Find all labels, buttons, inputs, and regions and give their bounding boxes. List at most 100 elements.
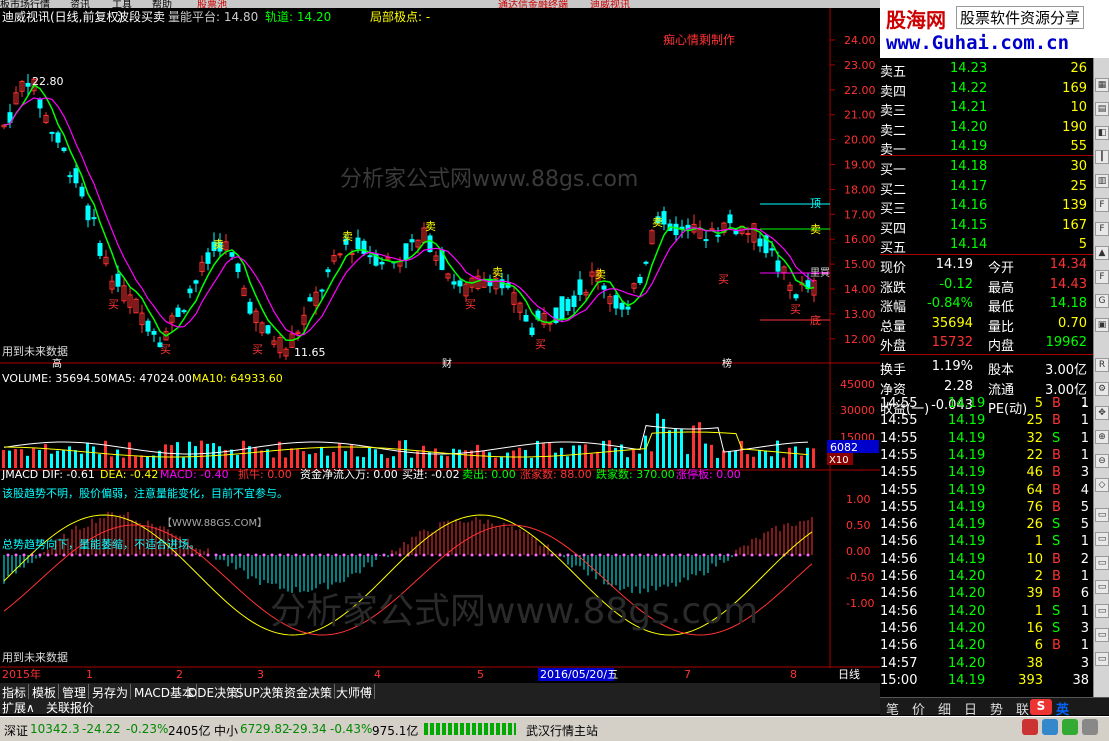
orderbook-row[interactable]: 卖二 14.20 190 bbox=[880, 119, 1093, 139]
tool-icon-1[interactable]: ▦ bbox=[1095, 78, 1109, 92]
orderbook-row[interactable]: 买三 14.16 139 bbox=[880, 197, 1093, 217]
candle-icon[interactable]: ┃ bbox=[1095, 150, 1109, 164]
volume-bar bbox=[416, 451, 419, 468]
tool-icon-23[interactable]: ▭ bbox=[1095, 628, 1109, 642]
tool-icon-3[interactable]: ◧ bbox=[1095, 126, 1109, 140]
volume-bar bbox=[326, 455, 329, 468]
logo-url: www.Guhai.com.cn bbox=[886, 32, 1070, 54]
tool-icon-2[interactable]: ▤ bbox=[1095, 102, 1109, 116]
tick-row[interactable]: 14:56 14.20 39 B 6 bbox=[880, 586, 1093, 603]
macd-dot bbox=[766, 553, 770, 557]
tool-icon-22[interactable]: ▭ bbox=[1095, 604, 1109, 618]
zoom-in-icon[interactable]: ⊕ bbox=[1095, 430, 1109, 444]
volume-bar bbox=[572, 445, 575, 468]
s-logo-icon[interactable]: S bbox=[1030, 699, 1052, 715]
tool-icon-18[interactable]: ▭ bbox=[1095, 508, 1109, 522]
tick-row[interactable]: 15:00 14.19 393 38 bbox=[880, 673, 1093, 690]
tick-time: 14:55 bbox=[880, 396, 918, 411]
tray-icon-3[interactable] bbox=[1062, 719, 1078, 735]
tick-row[interactable]: 14:56 14.20 16 S 3 bbox=[880, 621, 1093, 638]
tick-row[interactable]: 14:56 14.19 10 B 2 bbox=[880, 552, 1093, 569]
orderbook-row[interactable]: 卖三 14.21 10 bbox=[880, 99, 1093, 119]
macd-dot bbox=[390, 553, 394, 557]
tick-time: 14:55 bbox=[880, 465, 918, 481]
tray-icon-4[interactable] bbox=[1082, 719, 1098, 735]
tick-price: 14.20 bbox=[948, 620, 986, 636]
tick-row[interactable]: 14:55 14.19 25 B 1 bbox=[880, 413, 1093, 430]
gear-icon[interactable]: ⚙ bbox=[1095, 382, 1109, 396]
tick-list[interactable]: 14:55 14.19 5 B 1 14:55 14.19 25 B 1 14:55 14.19 32 S… bbox=[880, 394, 1093, 694]
tick-row[interactable]: 14:56 14.20 1 S 1 bbox=[880, 604, 1093, 621]
tick-row[interactable]: 14:55 14.19 46 B 3 bbox=[880, 465, 1093, 482]
tab-related-quote[interactable]: 关联报价 bbox=[46, 699, 94, 716]
tool-icon-10[interactable]: G bbox=[1095, 294, 1109, 308]
price-axis: 24.00 23.00 22.00 21.00 20.00 19.00 18.00 17.00… bbox=[830, 34, 876, 346]
tool-icon-24[interactable]: ▭ bbox=[1095, 652, 1109, 666]
orderbook-row[interactable]: 卖五 14.23 26 bbox=[880, 60, 1093, 80]
macd-dot bbox=[414, 553, 418, 557]
period-label[interactable]: 日线 bbox=[838, 667, 860, 681]
tool-icon-20[interactable]: ▭ bbox=[1095, 556, 1109, 570]
volume-bar bbox=[344, 451, 347, 468]
tick-count: 3 bbox=[1080, 655, 1089, 671]
menu-help[interactable]: 帮助 bbox=[152, 0, 172, 8]
zoom-out-icon[interactable]: ⊖ bbox=[1095, 454, 1109, 468]
menu-news[interactable]: 资讯 bbox=[70, 0, 90, 8]
candle-body bbox=[247, 301, 253, 314]
tool-icon-5[interactable]: ▥ bbox=[1095, 174, 1109, 188]
candle-body bbox=[193, 280, 199, 284]
stat-label: 最高 bbox=[988, 280, 1015, 296]
tray-icon-2[interactable] bbox=[1042, 719, 1058, 735]
tick-row[interactable]: 14:55 14.19 22 B 1 bbox=[880, 448, 1093, 465]
tick-row[interactable]: 14:55 14.19 32 S 1 bbox=[880, 431, 1093, 448]
orderbook-row[interactable]: 卖四 14.22 169 bbox=[880, 80, 1093, 100]
volume-bar bbox=[236, 454, 239, 468]
orderbook-row[interactable]: 买四 14.15 167 bbox=[880, 217, 1093, 237]
tick-row[interactable]: 14:56 14.19 26 S 5 bbox=[880, 517, 1093, 534]
tick-time: 14:55 bbox=[880, 413, 918, 429]
macd-dot bbox=[62, 553, 66, 557]
tick-price: 14.19 bbox=[948, 413, 986, 429]
station-name[interactable]: 武汉行情主站 bbox=[526, 722, 598, 739]
tool-icon-7[interactable]: F bbox=[1095, 222, 1109, 236]
rsi-icon[interactable]: R bbox=[1095, 358, 1109, 372]
tool-icon-19[interactable]: ▭ bbox=[1095, 532, 1109, 546]
tick-row[interactable]: 14:55 14.19 5 B 1 bbox=[880, 396, 1093, 413]
menu-stock-pool[interactable]: 股票池 bbox=[197, 0, 227, 8]
price-tick: 21.00 bbox=[844, 109, 876, 122]
orderbook-row[interactable]: 买二 14.17 25 bbox=[880, 178, 1093, 198]
tick-row[interactable]: 14:55 14.19 76 B 5 bbox=[880, 500, 1093, 517]
macd-dot bbox=[686, 553, 690, 557]
macd-dot bbox=[526, 553, 530, 557]
macd-dot bbox=[182, 553, 186, 557]
tick-row[interactable]: 14:56 14.20 6 B 1 bbox=[880, 638, 1093, 655]
tool-icon-21[interactable]: ▭ bbox=[1095, 580, 1109, 594]
tick-row[interactable]: 14:57 14.20 38 3 bbox=[880, 656, 1093, 673]
tool-icon-8[interactable]: ▲ bbox=[1095, 246, 1109, 260]
candle-body bbox=[559, 296, 565, 320]
menu-tools[interactable]: 工具 bbox=[112, 0, 132, 8]
menu-market[interactable]: 板市场行情 bbox=[0, 0, 50, 8]
orderbook-price: 14.19 bbox=[950, 139, 988, 155]
tool-icon-9[interactable]: F bbox=[1095, 270, 1109, 284]
future-data-note-2: 用到未来数据 bbox=[2, 650, 68, 664]
tool-icon-6[interactable]: F bbox=[1095, 198, 1109, 212]
tab-expand[interactable]: 扩展∧ bbox=[2, 699, 35, 716]
tool-icon-11[interactable]: ▣ bbox=[1095, 318, 1109, 332]
move-icon[interactable]: ✥ bbox=[1095, 406, 1109, 420]
orderbook-row[interactable]: 买一 14.18 30 bbox=[880, 158, 1093, 178]
tray-icon-1[interactable] bbox=[1022, 719, 1038, 735]
orderbook-label: 卖三 bbox=[880, 104, 907, 120]
volume-bar bbox=[512, 450, 515, 468]
tick-row[interactable]: 14:55 14.19 64 B 4 bbox=[880, 483, 1093, 500]
stat-value: -0.84% bbox=[927, 296, 973, 312]
tick-row[interactable]: 14:56 14.20 2 B 1 bbox=[880, 569, 1093, 586]
kline-chart[interactable]: 买买卖买卖卖买卖买卖卖买买 迪威视讯(日线,前复权) 波段买卖 量能平台: 14… bbox=[0, 8, 880, 700]
stat-value: 2.28 bbox=[944, 378, 973, 394]
tool-icon-17[interactable]: ◇ bbox=[1095, 478, 1109, 492]
macd-dot bbox=[150, 553, 154, 557]
stat-label: 总量 bbox=[880, 319, 907, 335]
tick-row[interactable]: 14:56 14.19 1 S 1 bbox=[880, 534, 1093, 551]
volume-bar bbox=[686, 454, 689, 468]
buy-in: 买进: -0.02 bbox=[402, 468, 460, 481]
